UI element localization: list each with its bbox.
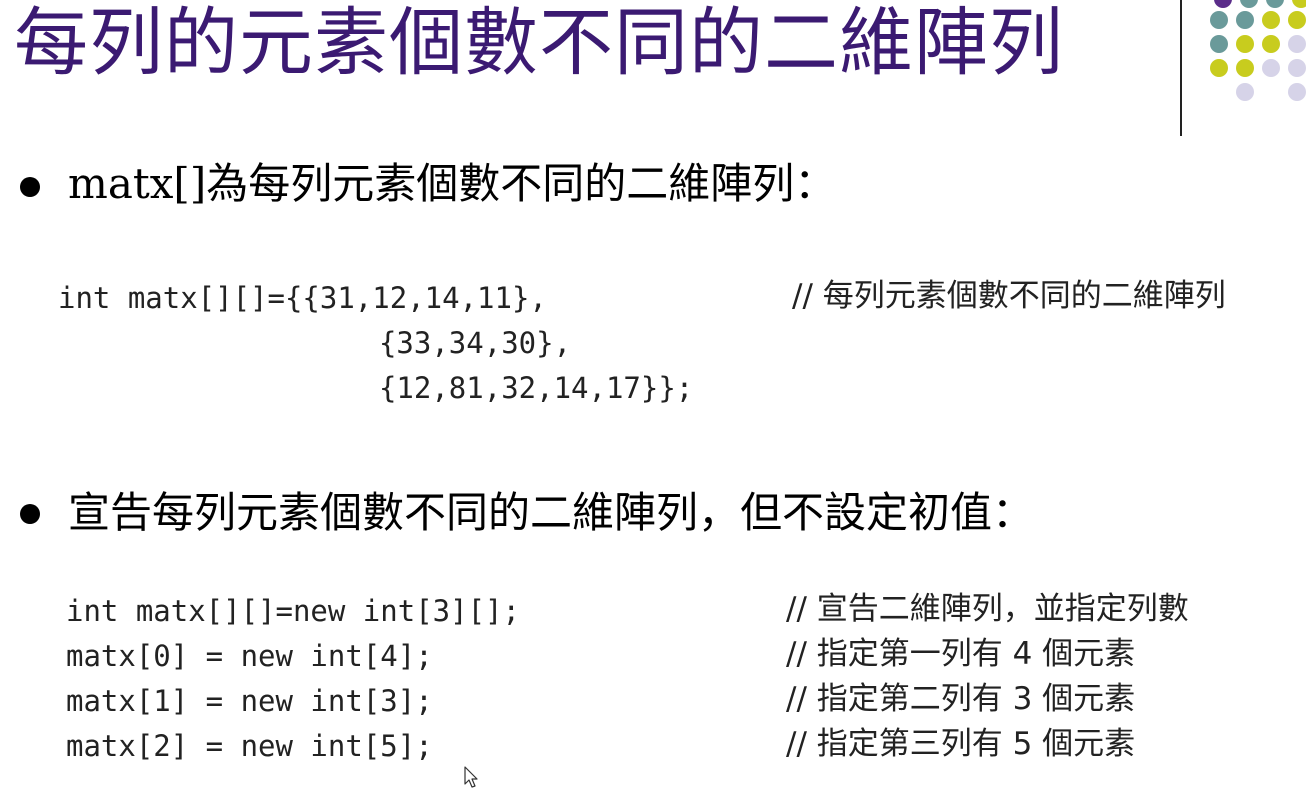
bullet-text-1-latin: matx[] <box>68 159 207 208</box>
code-comment: // 每列元素個數不同的二維陣列 <box>792 278 1226 314</box>
decor-dot <box>1214 0 1232 8</box>
decor-dot <box>1210 59 1228 77</box>
decor-dot <box>1236 35 1254 53</box>
decor-dot <box>1236 83 1254 101</box>
bullet-text-1: matx[]為每列元素個數不同的二維陣列： <box>68 163 836 205</box>
decor-dot <box>1236 11 1254 29</box>
decor-dot <box>1240 0 1258 8</box>
decor-dot <box>1288 59 1306 77</box>
code-comment: // 指定第二列有 3 個元素 <box>786 681 1136 717</box>
decor-dot <box>1236 59 1254 77</box>
decor-dot <box>1288 35 1306 53</box>
slide-title: 每列的元素個數不同的二維陣列 <box>14 0 1064 86</box>
decor-dot <box>1292 0 1306 8</box>
decorative-dot-grid <box>1210 0 1306 110</box>
title-divider <box>1180 0 1182 136</box>
code-line: matx[0] = new int[4]; <box>66 639 433 673</box>
bullet-text-2: 宣告每列元素個數不同的二維陣列，但不設定初值： <box>68 488 1035 537</box>
code-line: matx[2] = new int[5]; <box>66 729 433 763</box>
decor-dot <box>1288 11 1306 29</box>
bullet-text-1-cjk: 為每列元素個數不同的二維陣列： <box>206 159 837 208</box>
decor-dot <box>1288 83 1306 101</box>
code-line: int matx[][]=new int[3][]; <box>66 594 520 628</box>
bullet-dot <box>20 177 40 197</box>
decor-dot <box>1266 0 1284 8</box>
decor-dot <box>1210 11 1228 29</box>
code-line: matx[1] = new int[3]; <box>66 684 433 718</box>
mouse-cursor-icon <box>464 766 478 788</box>
code-line: int matx[][]={{31,12,14,11}, <box>58 281 547 315</box>
code-comment: // 指定第三列有 5 個元素 <box>786 726 1136 762</box>
code-comment: // 宣告二維陣列，並指定列數 <box>786 591 1189 627</box>
bullet-dot <box>20 504 40 524</box>
decor-dot <box>1262 59 1280 77</box>
decor-dot <box>1210 35 1228 53</box>
decor-dot <box>1262 11 1280 29</box>
decor-dot <box>1262 35 1280 53</box>
code-line: {12,81,32,14,17}}; <box>152 371 694 405</box>
code-line: {33,34,30}, <box>152 326 572 360</box>
code-comment: // 指定第一列有 4 個元素 <box>786 636 1136 672</box>
